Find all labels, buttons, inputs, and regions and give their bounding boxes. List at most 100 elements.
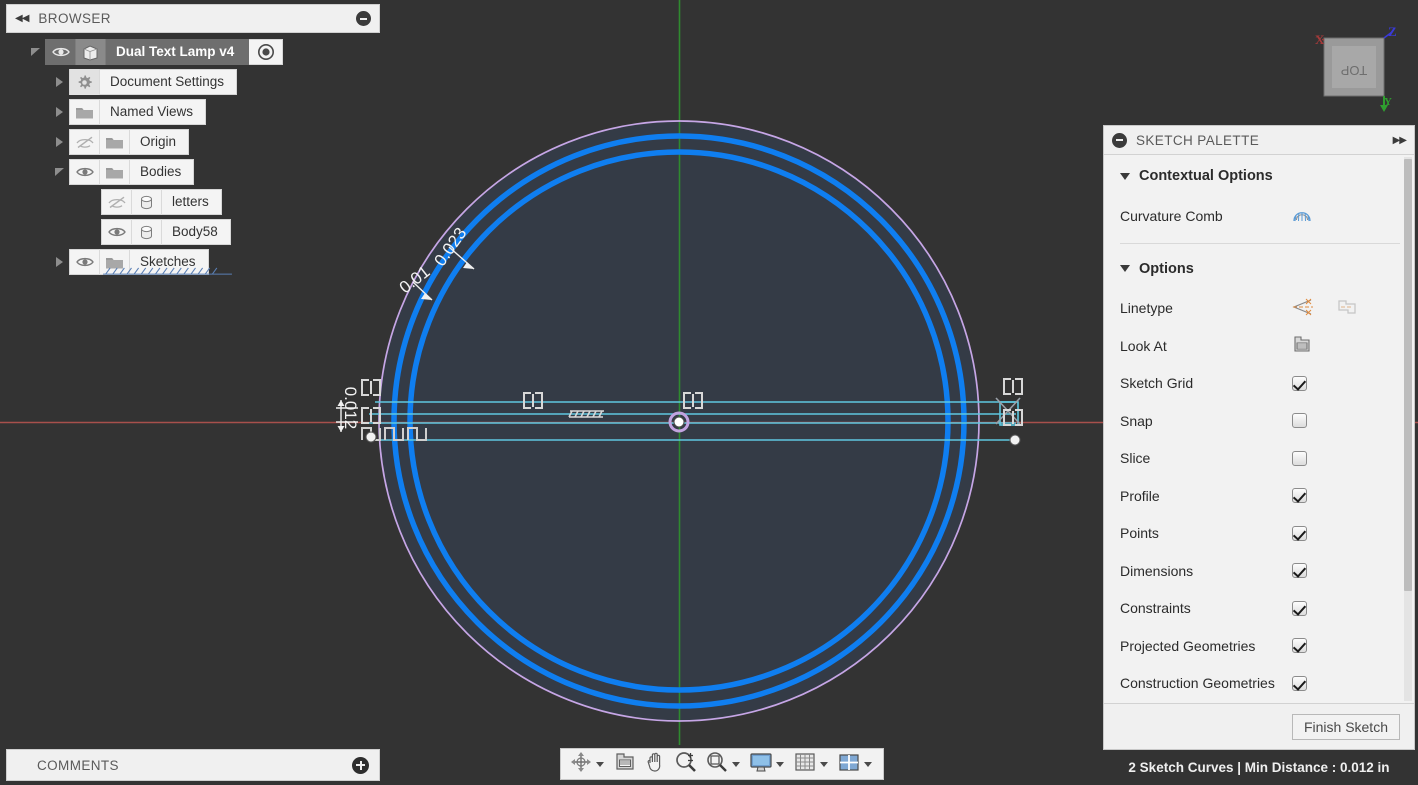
linetype-centerline-icon[interactable] [1292,298,1314,319]
chevron-down-icon[interactable] [820,761,828,767]
look-at-icon[interactable] [1292,335,1312,356]
sketch-grid-checkbox[interactable] [1292,375,1307,391]
radio-dot-icon[interactable] [249,39,284,65]
chevron-down-icon[interactable] [864,761,872,767]
comments-title: COMMENTS [37,757,119,773]
finish-sketch-button[interactable]: Finish Sketch [1291,713,1400,740]
eye-hidden-icon[interactable] [102,189,132,215]
look-at-tool[interactable] [610,749,640,779]
body-cylinder-icon [132,189,162,215]
chevron-down-icon[interactable] [776,761,784,767]
collapsed-triangle-icon[interactable] [52,255,66,269]
option-row-sketch-grid[interactable]: Sketch Grid [1120,365,1400,403]
section-options[interactable]: Options [1120,248,1400,290]
sketch-palette-header[interactable]: SKETCH PALETTE ▶▶ [1104,126,1414,155]
tree-label-named-views: Named Views [110,104,194,119]
tree-row-document-settings[interactable]: Document Settings [6,69,380,95]
tree-label-sketches: Sketches [140,254,196,269]
palette-scrollbar-thumb[interactable] [1404,159,1412,591]
option-label: Projected Geometries [1120,637,1256,654]
expanded-triangle-icon[interactable] [52,165,66,179]
option-row-slice[interactable]: Slice [1120,440,1400,478]
option-row-constraints[interactable]: Constraints [1120,590,1400,628]
grid-icon[interactable] [793,751,817,778]
tree-label-component: Dual Text Lamp v4 [116,44,235,59]
construction-geometries-checkbox[interactable] [1292,675,1307,691]
comments-panel[interactable]: COMMENTS [6,749,380,781]
chevron-down-icon[interactable] [1120,172,1130,180]
tree-chip: Document Settings [69,69,238,95]
eye-visible-icon[interactable] [70,249,100,275]
zoom-magnifier-icon[interactable] [673,750,699,779]
eye-visible-icon[interactable] [46,39,76,65]
tree-row-body58[interactable]: Body58 [6,219,380,245]
look-at-icon[interactable] [613,751,637,778]
chevron-down-icon[interactable] [732,761,740,767]
option-label: Points [1120,525,1159,542]
option-label: Construction Geometries [1120,675,1275,692]
gear-icon [70,69,100,95]
display-settings[interactable] [746,749,790,779]
eye-visible-icon[interactable] [102,219,132,245]
slice-checkbox[interactable] [1292,450,1307,466]
view-cube[interactable]: TOP X Z Y [1296,24,1406,120]
orbit-tool[interactable] [566,749,610,779]
option-row-look-at[interactable]: Look At [1120,327,1400,365]
collapsed-triangle-icon[interactable] [52,135,66,149]
option-row-linetype[interactable]: Linetype [1120,290,1400,328]
viewport-layout-icon[interactable] [837,751,861,778]
orbit-icon[interactable] [569,750,593,779]
option-row-snap[interactable]: Snap [1120,402,1400,440]
minus-circle-icon[interactable] [1112,132,1127,148]
tree-row-component[interactable]: Dual Text Lamp v4 [6,39,380,65]
collapse-left-arrows-icon[interactable]: ◀◀ [15,13,29,24]
grid-snaps[interactable] [790,749,834,779]
expanded-triangle-icon[interactable] [28,45,42,59]
minus-circle-icon[interactable] [356,11,371,26]
pan-hand-icon[interactable] [643,750,667,779]
browser-header[interactable]: ◀◀ BROWSER [6,4,380,33]
option-row-profile[interactable]: Profile [1120,477,1400,515]
collapsed-triangle-icon[interactable] [52,105,66,119]
zoom-window-icon[interactable] [705,750,729,779]
tree-row-origin[interactable]: Origin [6,129,380,155]
zoom-window-tool[interactable] [702,749,746,779]
points-checkbox[interactable] [1292,525,1307,541]
option-label: Look At [1120,337,1167,354]
chevron-down-icon[interactable] [1120,265,1130,272]
expand-right-arrows-icon[interactable]: ▶▶ [1393,135,1407,146]
option-row-construction-geometries[interactable]: Construction Geometries [1120,665,1400,703]
option-row-clipped[interactable] [1120,702,1400,703]
pan-tool[interactable] [640,749,670,779]
linetype-construction-icon[interactable] [1336,298,1358,319]
option-row-points[interactable]: Points [1120,515,1400,553]
projected-geometries-checkbox[interactable] [1292,638,1307,654]
tree-chip: letters [101,189,222,215]
option-row-dimensions[interactable]: Dimensions [1120,552,1400,590]
eye-visible-icon[interactable] [70,159,100,185]
snap-checkbox[interactable] [1292,413,1307,429]
tree-row-bodies[interactable]: Bodies [6,159,380,185]
constraints-checkbox[interactable] [1292,600,1307,616]
option-row-curvature-comb[interactable]: Curvature Comb [1120,197,1400,235]
option-row-projected-geometries[interactable]: Projected Geometries [1120,627,1400,665]
section-title-text: Options [1139,260,1194,277]
tree-row-named-views[interactable]: Named Views [6,99,380,125]
chevron-down-icon[interactable] [596,761,604,767]
dimensions-checkbox[interactable] [1292,563,1307,579]
curvature-comb-icon[interactable] [1292,206,1312,225]
viewports[interactable] [834,749,878,779]
tree-row-sketches[interactable]: Sketches [6,249,380,275]
tree-row-letters[interactable]: letters [6,189,380,215]
option-label: Slice [1120,450,1151,467]
eye-hidden-icon[interactable] [70,129,100,155]
collapsed-triangle-icon[interactable] [52,75,66,89]
navigation-toolbar [560,748,884,780]
section-title-text: Contextual Options [1139,168,1273,184]
tree-label-letters: letters [172,194,209,209]
plus-circle-icon[interactable] [352,756,369,774]
monitor-icon[interactable] [749,751,773,778]
profile-checkbox[interactable] [1292,488,1307,504]
section-contextual-options[interactable]: Contextual Options [1120,155,1400,197]
zoom-tool[interactable] [670,749,702,779]
